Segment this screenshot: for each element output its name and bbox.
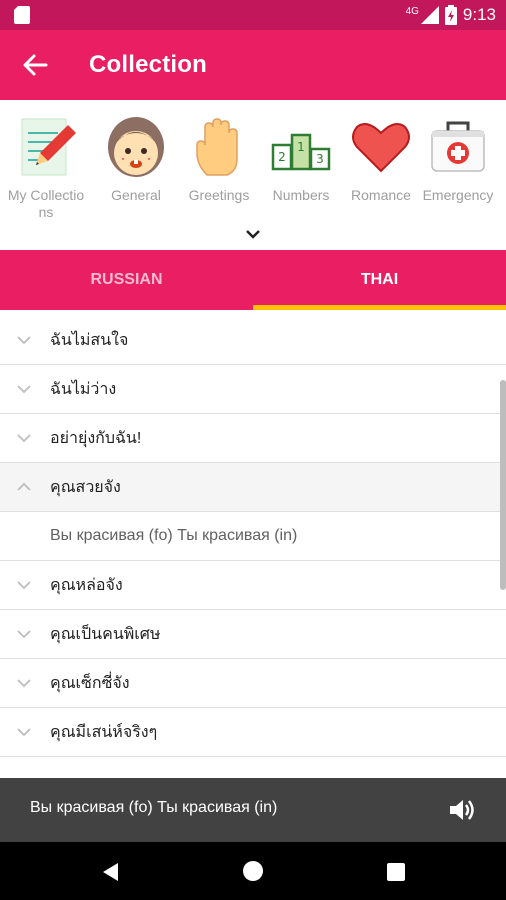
category-strip: My Collections General Greetings 2 1 3 N… [0, 100, 506, 250]
phrase-text: อย่ายุ่งกับฉัน! [50, 429, 142, 447]
category-label: General [111, 187, 161, 203]
phrase-translation[interactable]: Вы красивая (fo) Ты красивая (in) [0, 512, 506, 561]
notebook-pencil-icon [21, 118, 76, 176]
list-item[interactable]: คุณหล่อจัง [0, 561, 506, 610]
category-my-collections[interactable]: My Collections [6, 115, 86, 221]
chevron-down-icon[interactable] [243, 226, 263, 242]
screen: 4G 9:13 Collection My Collections Genera… [0, 0, 506, 900]
player-text: Вы красивая (fo) Ты красивая (in) [30, 799, 278, 816]
language-tabs: RUSSIAN THAI [0, 250, 506, 310]
chevron-down-icon [17, 336, 31, 345]
phrase-list: ฉันไม่สนใจ ฉันไม่ว่าง อย่ายุ่งกับฉัน! คุ… [0, 316, 506, 778]
waving-hand-icon [196, 118, 238, 176]
status-icons: 4G 9:13 [406, 4, 496, 26]
nav-recents-icon[interactable] [386, 862, 406, 882]
signal-icon [420, 6, 439, 24]
clock: 9:13 [462, 5, 496, 24]
chevron-down-icon [17, 385, 31, 394]
translation-text: Вы красивая (fo) Ты красивая (in) [50, 527, 298, 544]
nav-back-icon[interactable] [100, 861, 122, 883]
heart-icon [352, 123, 410, 173]
list-item-expanded[interactable]: คุณสวยจัง [0, 463, 506, 512]
phrase-text: คุณมีเสน่ห์จริงๆ [50, 723, 158, 741]
category-general[interactable]: General [96, 115, 176, 204]
category-label: Romance [351, 187, 411, 203]
chevron-down-icon [17, 581, 31, 590]
phrase-text: ฉันไม่ว่าง [50, 380, 117, 398]
chevron-down-icon [17, 630, 31, 639]
phrase-text: คุณสวยจัง [50, 478, 121, 496]
status-bar: 4G 9:13 [0, 0, 506, 30]
app-bar: Collection [0, 30, 506, 100]
svg-text:1: 1 [297, 140, 305, 154]
phrase-text: ฉันไม่สนใจ [50, 331, 129, 349]
list-item[interactable]: ฉันไม่ว่าง [0, 365, 506, 414]
phrase-text: คุณเซ็กซี่จัง [50, 674, 130, 692]
first-aid-kit-icon [431, 121, 485, 172]
system-nav-bar [0, 842, 506, 900]
page-title: Collection [89, 51, 208, 78]
svg-text:3: 3 [316, 152, 324, 166]
category-label: My Collections [7, 187, 85, 220]
scrollbar[interactable] [500, 380, 506, 590]
chevron-up-icon [17, 482, 31, 491]
list-item[interactable]: คุณเป็นคนพิเศษ [0, 610, 506, 659]
tab-thai[interactable]: THAI [253, 250, 506, 310]
chevron-down-icon [17, 728, 31, 737]
phrase-text: คุณหล่อจัง [50, 576, 123, 594]
list-item[interactable]: คุณมีเสน่ห์จริงๆ [0, 708, 506, 757]
category-label: Greetings [188, 187, 250, 203]
girl-face-icon [108, 117, 164, 177]
list-item[interactable]: คุณเซ็กซี่จัง [0, 659, 506, 708]
svg-text:2: 2 [278, 150, 286, 164]
tab-indicator [253, 305, 506, 310]
audio-player-bar: Вы красивая (fo) Ты красивая (in) [0, 778, 506, 842]
chevron-down-icon [17, 679, 31, 688]
tab-russian[interactable]: RUSSIAN [0, 250, 253, 310]
arrow-left-icon[interactable] [20, 50, 50, 80]
battery-icon [444, 5, 457, 25]
category-greetings[interactable]: Greetings [179, 115, 259, 204]
category-romance[interactable]: Romance [341, 115, 421, 204]
phrase-text: คุณเป็นคนพิเศษ [50, 625, 161, 643]
category-label: Emergency [422, 187, 494, 203]
network-type: 4G [405, 5, 419, 17]
category-numbers[interactable]: 2 1 3 Numbers [261, 115, 341, 204]
category-label: Numbers [272, 187, 330, 203]
category-emergency[interactable]: Emergency [418, 115, 498, 204]
nav-home-icon[interactable] [242, 860, 264, 882]
volume-icon[interactable] [448, 797, 476, 823]
list-item[interactable]: อย่ายุ่งกับฉัน! [0, 414, 506, 463]
chevron-down-icon [17, 434, 31, 443]
sd-card-icon [14, 6, 30, 24]
list-item[interactable]: ฉันไม่สนใจ [0, 316, 506, 365]
podium-icon: 2 1 3 [271, 133, 331, 171]
